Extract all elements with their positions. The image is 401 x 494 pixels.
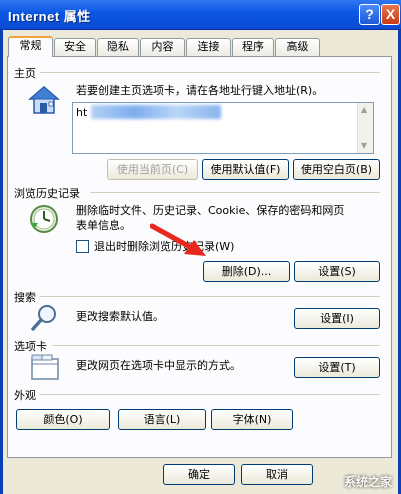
delete-history-button[interactable]: 删除(D)... — [203, 261, 290, 282]
appearance-section-label: 外观 — [14, 389, 36, 402]
tabs-settings-button[interactable]: 设置(T) — [294, 357, 380, 378]
cancel-button[interactable]: 取消 — [241, 464, 313, 485]
search-settings-button[interactable]: 设置(I) — [294, 308, 380, 329]
home-section-label: 主页 — [14, 67, 36, 80]
tab-general[interactable]: 常规 — [8, 36, 53, 57]
search-divider — [40, 296, 380, 297]
appearance-divider — [40, 394, 380, 395]
history-settings-button[interactable]: 设置(S) — [294, 261, 380, 282]
scroll-up-icon[interactable]: ▲ — [361, 105, 367, 114]
title-bar[interactable]: Internet 属性 ? X — [0, 0, 401, 30]
tabs-divider — [52, 345, 380, 346]
close-button[interactable]: X — [381, 4, 400, 25]
help-button[interactable]: ? — [359, 4, 380, 25]
magnifier-icon — [30, 303, 60, 336]
dialog-body: 常规 安全 隐私 内容 连接 程序 高级 主页 若要创建主页选项卡，请在各地址行… — [3, 30, 398, 494]
url-redaction — [91, 105, 221, 119]
history-divider — [90, 192, 380, 193]
languages-button[interactable]: 语言(L) — [118, 409, 206, 430]
tab-privacy[interactable]: 隐私 — [97, 38, 139, 56]
tabbed-window-icon — [30, 353, 60, 384]
history-description-line1: 删除临时文件、历史记录、Cookie、保存的密码和网页 — [76, 204, 345, 217]
ok-button[interactable]: 确定 — [163, 464, 235, 485]
url-scrollbar[interactable]: ▲ ▼ — [357, 103, 373, 153]
tabs-description: 更改网页在选项卡中显示的方式。 — [76, 359, 241, 372]
colors-button[interactable]: 颜色(O) — [16, 409, 110, 430]
home-url-textarea[interactable]: ht ▲ ▼ — [72, 102, 374, 154]
tabs-section-label: 选项卡 — [14, 340, 47, 353]
home-divider — [40, 72, 380, 73]
scroll-down-icon[interactable]: ▼ — [361, 141, 367, 150]
red-arrow-annotation — [150, 223, 206, 256]
window-title: Internet 属性 — [8, 9, 91, 24]
use-current-button[interactable]: 使用当前页(C) — [107, 159, 198, 180]
history-clock-icon — [28, 203, 60, 238]
search-description: 更改搜索默认值。 — [76, 310, 164, 323]
tab-security[interactable]: 安全 — [54, 38, 96, 56]
use-blank-button[interactable]: 使用空白页(B) — [293, 159, 380, 180]
history-description-line2: 表单信息。 — [76, 219, 131, 232]
use-default-button[interactable]: 使用默认值(F) — [202, 159, 289, 180]
fonts-button[interactable]: 字体(N) — [211, 409, 293, 430]
tab-connections[interactable]: 连接 — [186, 38, 231, 56]
tab-advanced[interactable]: 高级 — [275, 38, 320, 56]
tab-programs[interactable]: 程序 — [232, 38, 274, 56]
tab-content[interactable]: 内容 — [140, 38, 185, 56]
house-icon — [27, 85, 61, 118]
delete-on-exit-checkbox[interactable] — [76, 240, 89, 253]
home-description: 若要创建主页选项卡，请在各地址行键入地址(R)。 — [76, 84, 324, 97]
home-url-value: ht — [76, 106, 88, 119]
history-section-label: 浏览历史记录 — [14, 187, 80, 200]
watermark-logo: 系统之家 — [343, 475, 392, 489]
